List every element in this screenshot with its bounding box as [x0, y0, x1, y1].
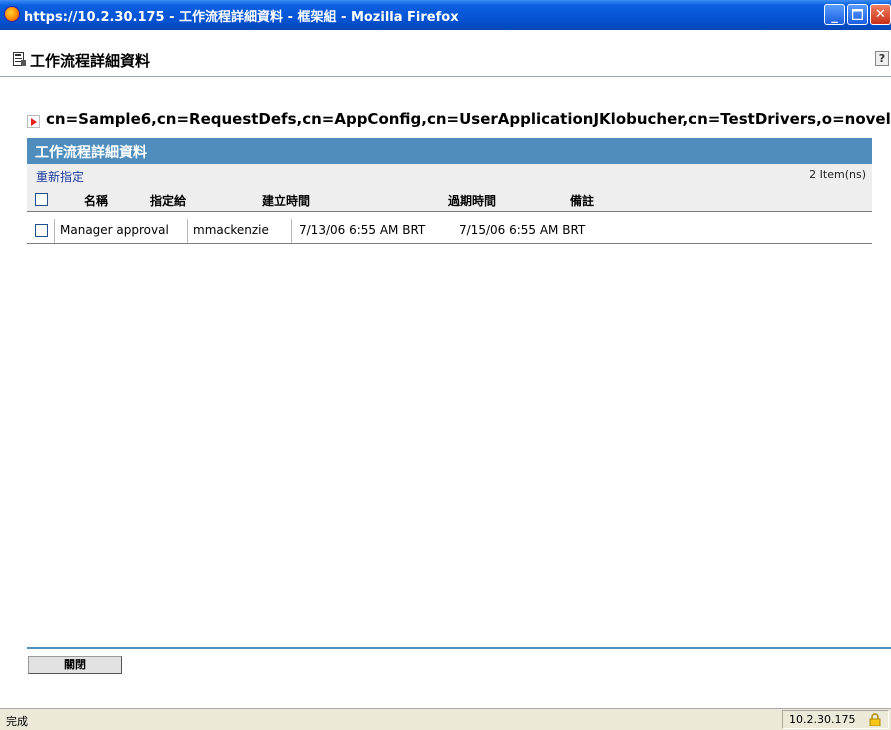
maximize-button[interactable] — [847, 4, 868, 25]
row-name: Manager approval — [60, 223, 169, 237]
help-icon[interactable]: ? — [875, 51, 889, 66]
window-titlebar[interactable]: https://10.2.30.175 - 工作流程詳細資料 - 框架組 - M… — [0, 0, 891, 30]
arrow-right-icon — [27, 115, 40, 128]
distinguished-name: cn=Sample6,cn=RequestDefs,cn=AppConfig,c… — [46, 110, 891, 128]
column-header-expires[interactable]: 過期時間 — [448, 192, 496, 209]
header-divider — [0, 76, 891, 77]
close-window-button[interactable]: ✕ — [870, 4, 891, 25]
maximize-icon — [848, 5, 867, 24]
page-title: 工作流程詳細資料 — [30, 52, 151, 70]
firefox-icon — [4, 6, 20, 22]
minimize-icon: _ — [831, 9, 838, 24]
column-divider — [187, 219, 188, 243]
table-header: 名稱 指定給 建立時間 過期時間 備註 — [27, 186, 872, 212]
minimize-button[interactable]: _ — [824, 4, 845, 25]
column-header-created[interactable]: 建立時間 — [262, 192, 310, 209]
section-toolbar: 重新指定 2 Item(ns) — [27, 164, 872, 186]
footer-divider — [27, 647, 891, 649]
status-text: 完成 — [6, 715, 28, 728]
section-header: 工作流程詳細資料 — [27, 138, 872, 164]
lock-icon[interactable] — [869, 713, 881, 726]
row-created: 7/13/06 6:55 AM BRT — [299, 223, 426, 237]
status-host-panel: 10.2.30.175 — [782, 710, 889, 729]
column-divider — [291, 219, 292, 243]
reassign-link[interactable]: 重新指定 — [36, 168, 84, 185]
column-header-name[interactable]: 名稱 — [84, 192, 108, 209]
column-divider — [54, 219, 55, 243]
document-icon — [13, 52, 26, 66]
table-row[interactable]: Manager approval mmackenzie 7/13/06 6:55… — [27, 219, 872, 244]
close-icon: ✕ — [875, 7, 886, 22]
row-expires: 7/15/06 6:55 AM BRT — [459, 223, 586, 237]
column-header-assigned-to[interactable]: 指定給 — [150, 192, 186, 209]
status-host: 10.2.30.175 — [789, 713, 856, 726]
section-title: 工作流程詳細資料 — [35, 145, 147, 161]
status-bar: 完成 10.2.30.175 — [0, 708, 891, 730]
row-checkbox[interactable] — [35, 224, 48, 237]
item-count: 2 Item(ns) — [809, 168, 866, 181]
row-assigned-to: mmackenzie — [193, 223, 269, 237]
window-title: https://10.2.30.175 - 工作流程詳細資料 - 框架組 - M… — [24, 10, 459, 25]
column-header-notes[interactable]: 備註 — [570, 192, 594, 209]
select-all-checkbox[interactable] — [35, 193, 48, 206]
close-button[interactable]: 關閉 — [28, 656, 122, 674]
